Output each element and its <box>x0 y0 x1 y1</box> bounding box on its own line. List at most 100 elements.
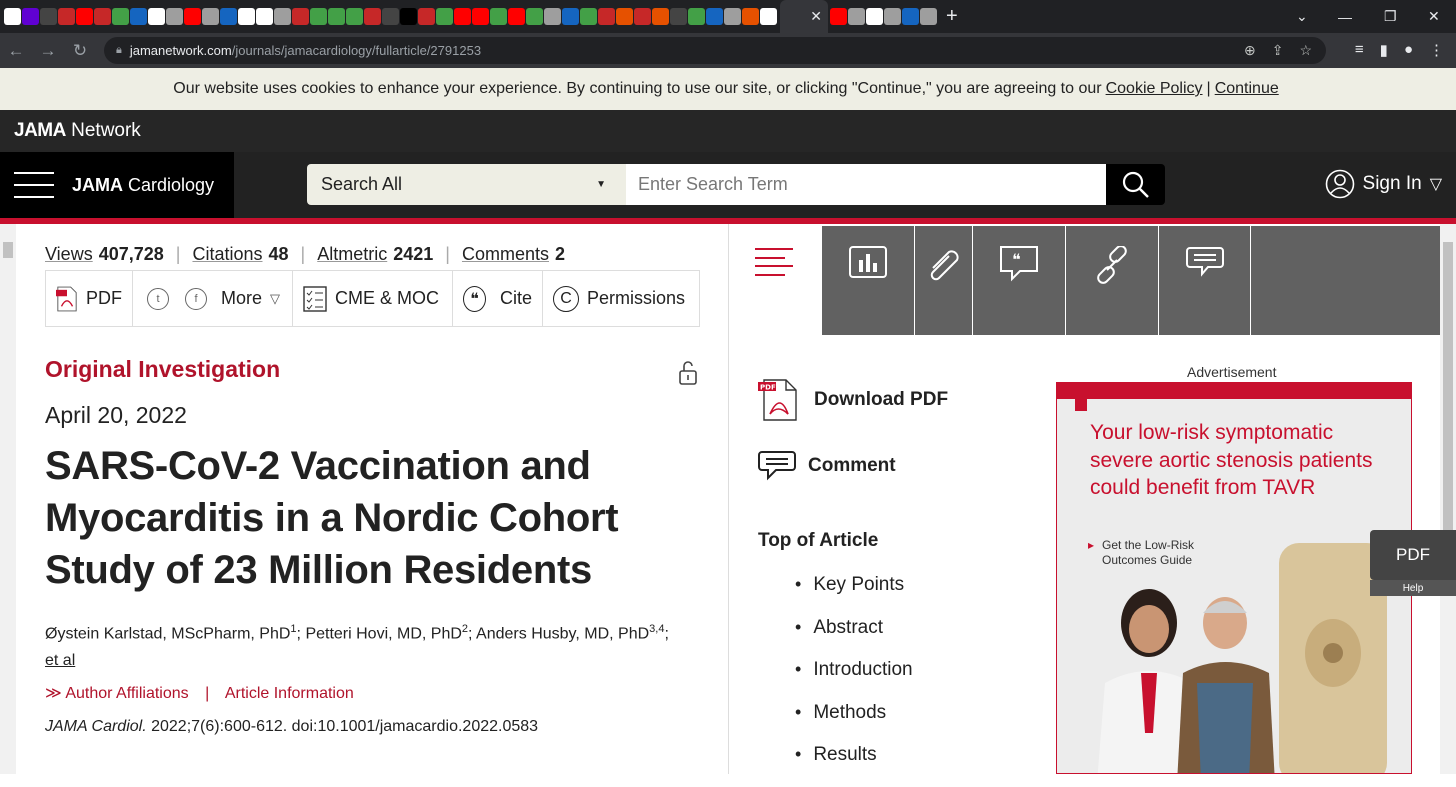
article-information-link[interactable]: Article Information <box>225 685 354 702</box>
floating-help-button[interactable]: Help <box>1370 580 1456 596</box>
search-input[interactable] <box>626 164 1106 205</box>
address-bar[interactable]: 🔒︎ jamanetwork.com/journals/jamacardiolo… <box>104 37 1326 64</box>
tab-favicon-icon[interactable] <box>526 8 543 25</box>
journal-logo[interactable]: JAMA Cardiology <box>72 175 214 196</box>
tab-favicon-icon[interactable] <box>310 8 327 25</box>
tab-favicon-icon[interactable] <box>166 8 183 25</box>
views-label[interactable]: Views <box>45 244 93 265</box>
cite-button[interactable]: ❝ Cite <box>453 271 543 326</box>
sidepanel-icon[interactable]: ▮ <box>1380 41 1388 59</box>
tab-favicon-icon[interactable] <box>274 8 291 25</box>
tab-favicon-icon[interactable] <box>670 8 687 25</box>
tab-favicon-icon[interactable] <box>4 8 21 25</box>
tab-favicon-icon[interactable] <box>40 8 57 25</box>
search-button[interactable] <box>1106 164 1165 205</box>
cookie-continue-link[interactable]: Continue <box>1215 80 1279 98</box>
tab-favicon-icon[interactable] <box>706 8 723 25</box>
facebook-icon[interactable]: f <box>185 287 207 310</box>
tab-favicon-icon[interactable] <box>292 8 309 25</box>
tab-favicon-icon[interactable] <box>580 8 597 25</box>
tab-favicon-icon[interactable] <box>184 8 201 25</box>
tab-favicon-icon[interactable] <box>400 8 417 25</box>
new-tab-button[interactable]: + <box>946 5 958 28</box>
download-pdf-link[interactable]: PDF Download PDF <box>758 378 948 422</box>
figures-tab-icon[interactable] <box>822 226 915 335</box>
altmetric-label[interactable]: Altmetric <box>317 244 387 265</box>
tab-favicon-icon[interactable] <box>598 8 615 25</box>
tab-favicon-icon[interactable] <box>364 8 381 25</box>
toc-item-methods[interactable]: Methods <box>795 702 913 745</box>
menu-icon[interactable]: ⋮ <box>1429 41 1444 59</box>
toc-item-abstract[interactable]: Abstract <box>795 617 913 660</box>
tab-favicon-icon[interactable] <box>688 8 705 25</box>
floating-pdf-button[interactable]: PDF <box>1370 530 1456 580</box>
tab-favicon-icon[interactable] <box>902 8 919 25</box>
tab-favicon-icon[interactable] <box>920 8 937 25</box>
tab-favicon-icon[interactable] <box>328 8 345 25</box>
tab-favicon-icon[interactable] <box>238 8 255 25</box>
maximize-button[interactable]: ❐ <box>1384 0 1397 33</box>
tab-favicon-icon[interactable] <box>848 8 865 25</box>
tab-favicon-icon[interactable] <box>202 8 219 25</box>
permissions-button[interactable]: C Permissions <box>543 271 699 326</box>
left-scrollbar[interactable] <box>0 224 16 774</box>
related-links-tab-icon[interactable] <box>1066 226 1159 335</box>
comment-link[interactable]: Comment <box>758 450 896 482</box>
cookie-policy-link[interactable]: Cookie Policy <box>1106 80 1203 98</box>
tab-favicon-icon[interactable] <box>472 8 489 25</box>
pdf-button[interactable]: PDF <box>46 271 133 326</box>
tab-favicon-icon[interactable] <box>830 8 847 25</box>
tab-favicon-icon[interactable] <box>346 8 363 25</box>
author-affiliations-link[interactable]: Author Affiliations <box>65 685 188 702</box>
forward-button[interactable]: → <box>32 41 64 61</box>
minimize-button[interactable]: — <box>1338 0 1352 33</box>
search-scope-select[interactable]: Search All ▼ <box>307 164 626 205</box>
supplement-tab-icon[interactable] <box>915 226 973 335</box>
more-share-button[interactable]: t f More ▽ <box>133 271 293 326</box>
hamburger-menu-icon[interactable] <box>14 172 54 198</box>
tab-favicon-icon[interactable] <box>58 8 75 25</box>
right-scrollbar[interactable] <box>1440 224 1456 774</box>
tab-search-icon[interactable]: ⌄ <box>1296 0 1308 33</box>
et-al-link[interactable]: et al <box>45 652 75 669</box>
tab-favicon-icon[interactable] <box>634 8 651 25</box>
profile-icon[interactable]: ● <box>1404 41 1413 59</box>
media-icon[interactable]: ≡ <box>1355 41 1364 59</box>
tab-favicon-icon[interactable] <box>490 8 507 25</box>
twitter-icon[interactable]: t <box>147 287 169 310</box>
back-button[interactable]: ← <box>0 41 32 61</box>
close-window-button[interactable]: ✕ <box>1428 0 1440 33</box>
tab-favicon-icon[interactable] <box>866 8 883 25</box>
toc-item-results[interactable]: Results <box>795 744 913 787</box>
reload-button[interactable]: ↻ <box>64 41 96 61</box>
tab-favicon-icon[interactable] <box>562 8 579 25</box>
tab-favicon-icon[interactable] <box>436 8 453 25</box>
tab-favicon-icon[interactable] <box>742 8 759 25</box>
discussion-tab-icon[interactable] <box>1159 226 1251 335</box>
comments-tab-icon[interactable]: ❝ <box>973 226 1066 335</box>
active-tab-close-icon[interactable]: ✕ <box>780 0 828 33</box>
tab-favicon-icon[interactable] <box>616 8 633 25</box>
tab-favicon-icon[interactable] <box>112 8 129 25</box>
tab-favicon-icon[interactable] <box>652 8 669 25</box>
zoom-icon[interactable]: ⊕ <box>1244 42 1256 59</box>
tab-favicon-icon[interactable] <box>382 8 399 25</box>
toc-item-introduction[interactable]: Introduction <box>795 659 912 702</box>
jama-network-logo[interactable]: JAMA Network <box>14 120 141 142</box>
tab-favicon-icon[interactable] <box>544 8 561 25</box>
tab-favicon-icon[interactable] <box>508 8 525 25</box>
tab-favicon-icon[interactable] <box>418 8 435 25</box>
tab-favicon-icon[interactable] <box>256 8 273 25</box>
comments-label[interactable]: Comments <box>462 244 549 265</box>
tab-favicon-icon[interactable] <box>130 8 147 25</box>
citations-label[interactable]: Citations <box>192 244 262 265</box>
tab-favicon-icon[interactable] <box>76 8 93 25</box>
tab-favicon-icon[interactable] <box>94 8 111 25</box>
tab-favicon-icon[interactable] <box>724 8 741 25</box>
sign-in-button[interactable]: Sign In ▽ <box>1325 169 1442 199</box>
bookmark-star-icon[interactable]: ☆ <box>1299 42 1312 59</box>
tab-favicon-icon[interactable] <box>220 8 237 25</box>
tab-favicon-icon[interactable] <box>454 8 471 25</box>
toc-tab-icon[interactable] <box>755 248 793 276</box>
tab-favicon-icon[interactable] <box>884 8 901 25</box>
